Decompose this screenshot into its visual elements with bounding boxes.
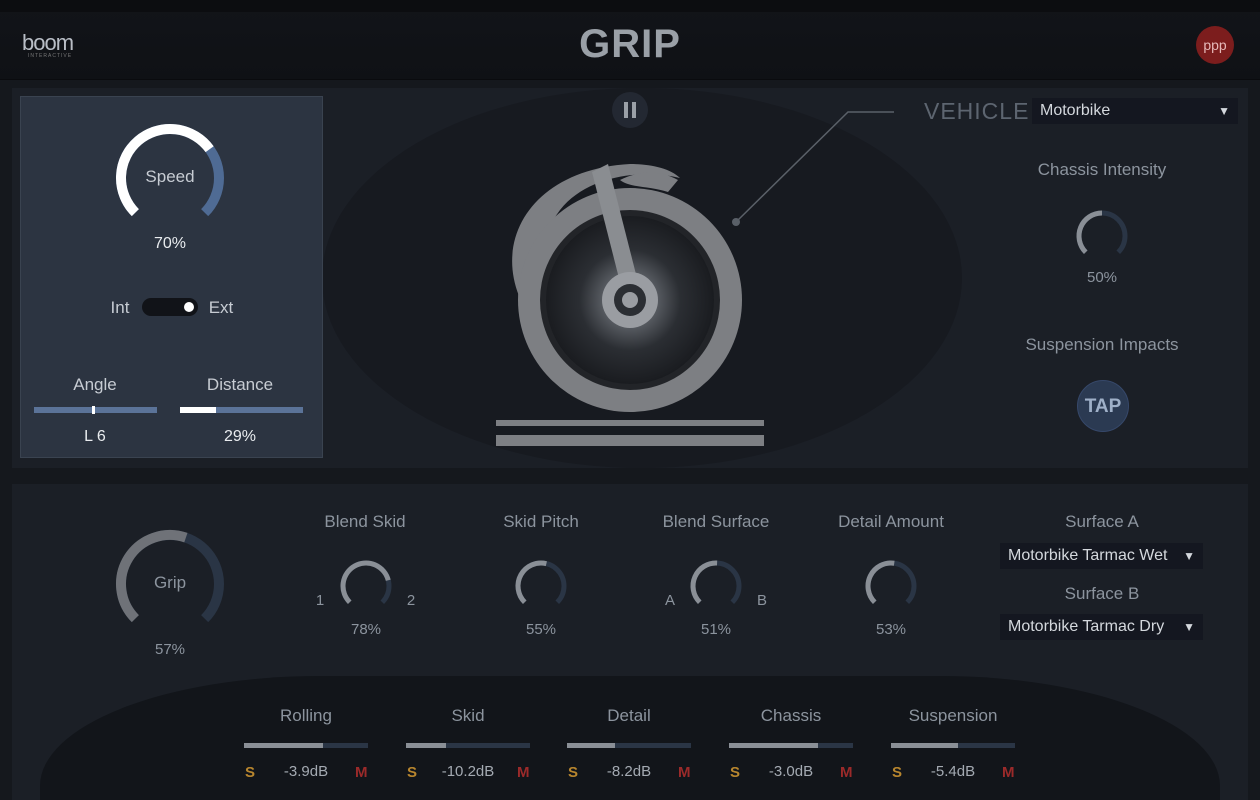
mute-button[interactable]: M	[355, 764, 368, 781]
channel-level-meter[interactable]	[406, 743, 530, 748]
blend-surface-left: A	[664, 592, 675, 609]
angle-value: L 6	[84, 428, 106, 445]
distance-slider[interactable]	[180, 407, 303, 413]
mute-button[interactable]: M	[840, 764, 853, 781]
angle-slider[interactable]	[34, 406, 157, 414]
angle-label: Angle	[73, 375, 117, 394]
mute-button[interactable]: M	[678, 764, 691, 781]
channel-level-meter[interactable]	[891, 743, 1015, 748]
channel-db-value: -10.2dB	[441, 763, 495, 780]
detail-amount-value: 53%	[875, 621, 907, 638]
blend-surface-label: Blend Surface	[662, 512, 770, 531]
surface-b-label: Surface B	[1064, 584, 1140, 603]
angle-slider-handle[interactable]	[92, 406, 95, 414]
suspension-impacts-label: Suspension Impacts	[1025, 335, 1179, 354]
distance-value: 29%	[223, 428, 257, 445]
vehicle-select-value: Motorbike	[1040, 102, 1111, 119]
detail-amount-label: Detail Amount	[838, 512, 944, 531]
channel-label: Detail	[607, 706, 651, 725]
grip-label: Grip	[153, 573, 187, 592]
vehicle-label: VEHICLE	[924, 98, 1030, 124]
blend-surface-knob[interactable]	[688, 558, 744, 614]
window-top-strip	[0, 0, 1260, 12]
surface-b-select[interactable]: Motorbike Tarmac Dry ▼	[1000, 614, 1203, 640]
meter-fill	[891, 743, 958, 748]
blend-skid-value: 78%	[350, 621, 382, 638]
blend-surface-arc	[690, 560, 742, 605]
detail-amount-knob[interactable]	[863, 558, 919, 614]
meter-fill	[406, 743, 446, 748]
blend-skid-label: Blend Skid	[324, 512, 406, 531]
channel-label: Suspension	[908, 706, 998, 725]
channel-db-value: -5.4dB	[930, 763, 976, 780]
solo-button[interactable]: S	[730, 764, 740, 781]
channel-db-value: -8.2dB	[606, 763, 652, 780]
plugin-title: GRIP	[579, 22, 681, 66]
channel-level-meter[interactable]	[244, 743, 368, 748]
meter-fill	[729, 743, 819, 748]
solo-button[interactable]: S	[568, 764, 578, 781]
chassis-intensity-value: 50%	[1086, 269, 1118, 286]
tap-button[interactable]: TAP	[1077, 380, 1129, 432]
motorbike-wheel-icon	[496, 111, 894, 446]
channel-label: Skid	[451, 706, 485, 725]
skid-pitch-arc	[515, 560, 567, 605]
chevron-down-icon: ▼	[1183, 620, 1195, 634]
blend-surface-right: B	[756, 592, 767, 609]
blend-skid-knob[interactable]	[338, 558, 394, 614]
chassis-intensity-knob[interactable]	[1074, 208, 1130, 264]
channel-level-meter[interactable]	[729, 743, 853, 748]
skid-pitch-label: Skid Pitch	[503, 512, 579, 531]
skid-pitch-knob[interactable]	[513, 558, 569, 614]
meter-fill	[244, 743, 324, 748]
grip-value: 57%	[154, 641, 186, 658]
mixer-backdrop	[40, 676, 1220, 800]
vehicle-select[interactable]: Motorbike ▼	[1032, 98, 1238, 124]
speed-value: 70%	[153, 235, 187, 252]
toggle-int-label: Int	[110, 298, 130, 317]
meter-fill	[567, 743, 616, 748]
toggle-ext-label: Ext	[208, 298, 234, 317]
solo-button[interactable]: S	[407, 764, 417, 781]
detail-amount-arc	[865, 560, 917, 605]
ppp-badge-button[interactable]: ppp	[1196, 26, 1234, 64]
toggle-dot	[184, 302, 194, 312]
solo-button[interactable]: S	[245, 764, 255, 781]
distance-label: Distance	[206, 375, 274, 394]
surface-a-select-value: Motorbike Tarmac Wet	[1008, 547, 1168, 564]
channel-label: Chassis	[760, 706, 822, 725]
chassis-intensity-arc	[1076, 210, 1128, 255]
surface-b-select-value: Motorbike Tarmac Dry	[1008, 618, 1165, 635]
int-ext-toggle[interactable]	[142, 298, 198, 316]
channel-level-meter[interactable]	[567, 743, 691, 748]
blend-skid-right: 2	[406, 592, 416, 609]
surface-a-label: Surface A	[1065, 512, 1139, 531]
chevron-down-icon: ▼	[1218, 104, 1230, 118]
header-bar: boom INTERACTIVE GRIP ppp	[0, 0, 1260, 80]
blend-skid-left: 1	[315, 592, 325, 609]
chassis-intensity-label: Chassis Intensity	[1037, 160, 1167, 179]
speed-label: Speed	[145, 167, 195, 186]
distance-slider-fill	[180, 407, 216, 413]
channel-label: Rolling	[280, 706, 332, 725]
channel-db-value: -3.9dB	[283, 763, 329, 780]
surface-a-select[interactable]: Motorbike Tarmac Wet ▼	[1000, 543, 1203, 569]
mute-button[interactable]: M	[517, 764, 530, 781]
blend-skid-arc	[340, 560, 392, 605]
blend-surface-value: 51%	[700, 621, 732, 638]
chevron-down-icon: ▼	[1183, 549, 1195, 563]
skid-pitch-value: 55%	[525, 621, 557, 638]
mute-button[interactable]: M	[1002, 764, 1015, 781]
channel-db-value: -3.0dB	[768, 763, 814, 780]
solo-button[interactable]: S	[892, 764, 902, 781]
